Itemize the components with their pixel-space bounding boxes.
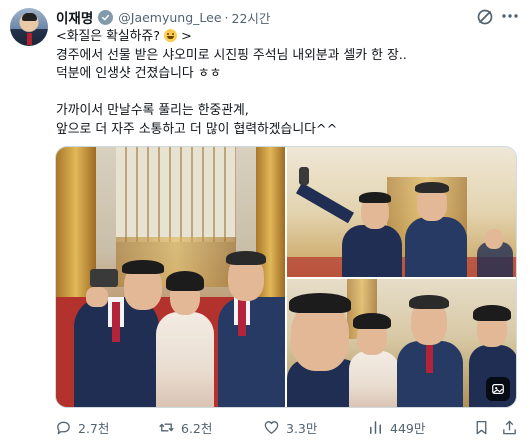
bookmark-icon xyxy=(476,420,487,434)
share-button[interactable] xyxy=(501,417,518,437)
views-count: 449만 xyxy=(390,420,426,436)
post-text: <화질은 확실하쥬? > 경주에서 선물 받은 샤오미로 시진핑 주석님 내외분… xyxy=(56,28,516,139)
repost-count: 6.2천 xyxy=(181,420,213,436)
text-line-3: 덕분에 인생샷 건졌습니다 ㅎㅎ xyxy=(56,66,222,81)
repost-button[interactable]: 6.2천 xyxy=(158,417,212,437)
separator-dot: · xyxy=(224,9,229,25)
post-header: 이재명 @Jaemyung_Lee · 22시간 xyxy=(56,6,270,28)
photo-1[interactable] xyxy=(56,147,285,407)
grinning-face-emoji xyxy=(164,29,178,42)
reply-icon xyxy=(57,421,70,434)
share-icon xyxy=(503,420,516,434)
like-icon xyxy=(264,420,279,434)
photo-3[interactable] xyxy=(287,279,516,407)
reply-button[interactable]: 2.7천 xyxy=(55,417,109,437)
repost-icon xyxy=(159,422,174,432)
action-bar: 2.7천 6.2천 3.3만 449만 xyxy=(55,412,520,442)
image-badge-icon[interactable] xyxy=(486,377,510,401)
like-button[interactable]: 3.3만 xyxy=(263,417,317,437)
post[interactable]: 이재명 @Jaemyung_Lee · 22시간 <화질은 확실하쥬? > 경주… xyxy=(0,0,530,447)
verified-badge-icon xyxy=(98,9,114,25)
photo-gallery xyxy=(55,146,517,408)
text-line-1-end: > xyxy=(177,29,192,44)
text-line-5: 가까이서 만날수록 풀리는 한중관계, xyxy=(56,103,249,118)
post-time[interactable]: 22시간 xyxy=(232,8,271,27)
more-icon[interactable] xyxy=(500,7,520,25)
views-icon xyxy=(370,420,381,434)
grok-icon[interactable] xyxy=(476,8,494,26)
bookmark-button[interactable] xyxy=(473,417,490,437)
reply-count: 2.7천 xyxy=(78,420,110,436)
text-line-2: 경주에서 선물 받은 샤오미로 시진핑 주석님 내외분과 셀카 한 장.. xyxy=(56,47,407,63)
like-count: 3.3만 xyxy=(286,420,318,436)
avatar[interactable] xyxy=(10,8,48,46)
author-handle[interactable]: @Jaemyung_Lee xyxy=(118,10,221,25)
text-line-6: 앞으로 더 자주 소통하고 더 많이 협력하겠습니다^^ xyxy=(56,121,338,137)
author-name[interactable]: 이재명 xyxy=(56,7,93,27)
photo-2[interactable] xyxy=(287,147,516,277)
views-button[interactable]: 449만 xyxy=(367,417,425,437)
text-line-1: <화질은 확실하쥬? xyxy=(56,29,165,44)
